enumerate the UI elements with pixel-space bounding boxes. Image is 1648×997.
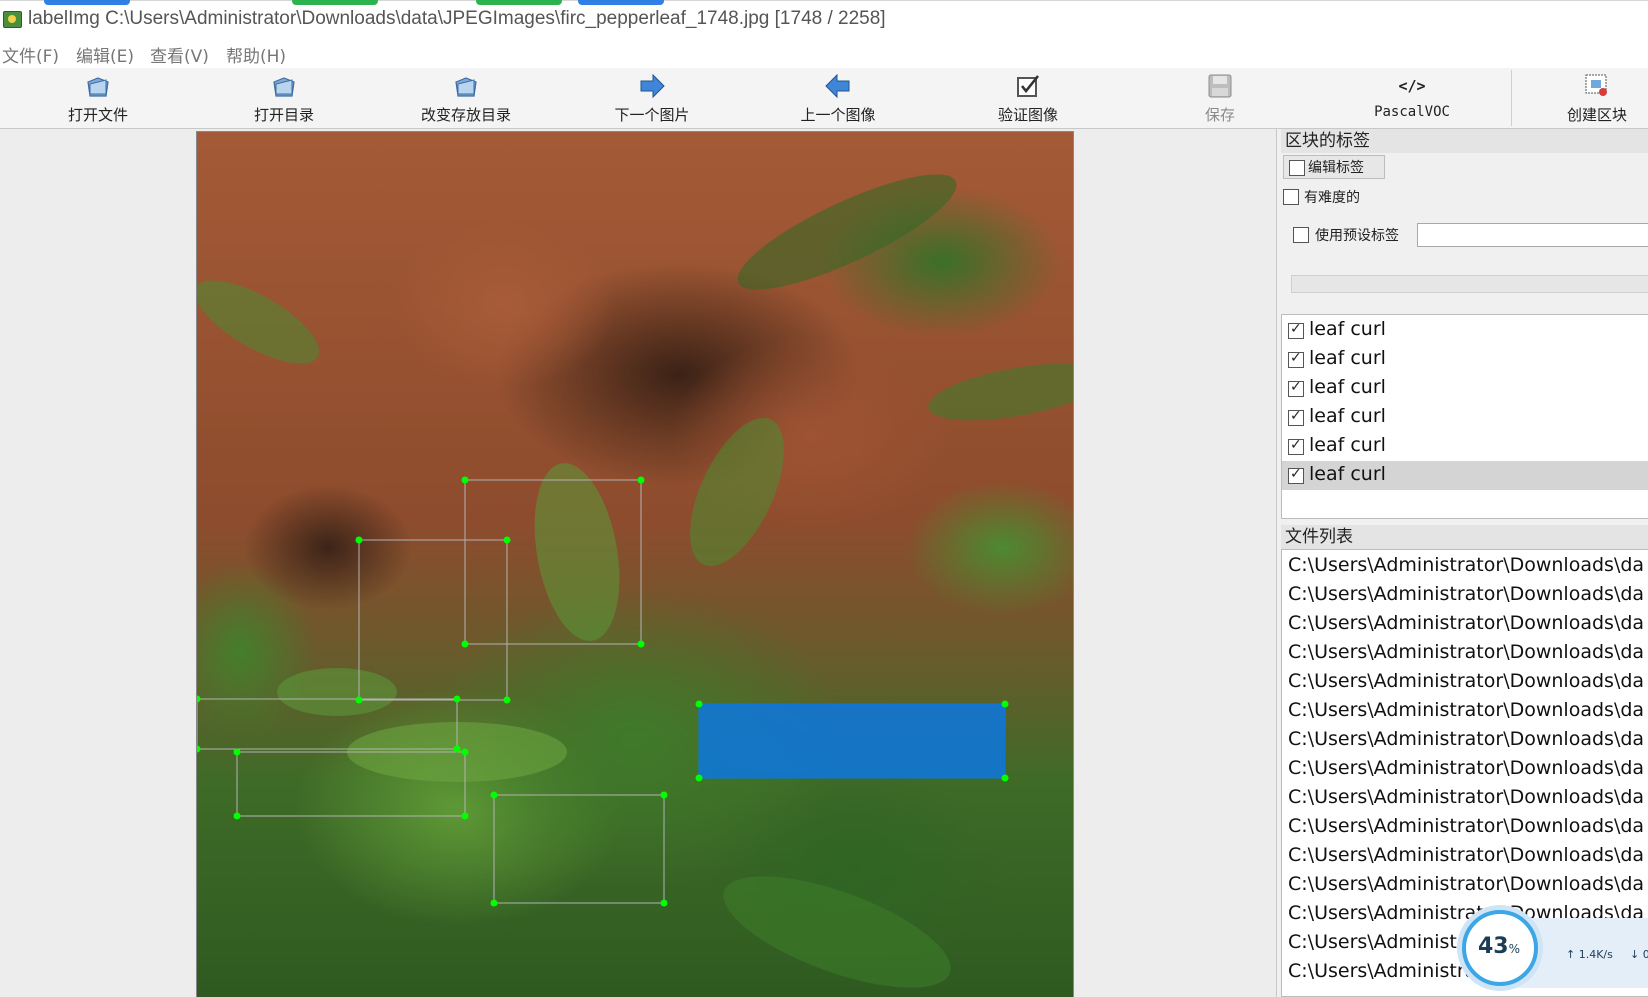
file-list-item[interactable]: C:\Users\Administrator\Downloads\da xyxy=(1288,844,1644,866)
upload-speed-value: 1.4K/s xyxy=(1578,948,1613,961)
file-list-item[interactable]: C:\Users\Administrator\Downloads\da xyxy=(1288,728,1644,750)
window-title: labelImg C:\Users\Administrator\Download… xyxy=(28,8,886,29)
label-item-text: leaf curl xyxy=(1309,463,1386,485)
open-folder-icon xyxy=(87,77,109,97)
edit-label-button[interactable]: 编辑标签 xyxy=(1283,155,1385,179)
change-save-dir-button[interactable]: 改变存放目录 xyxy=(404,68,528,128)
label-visible-checkbox[interactable] xyxy=(1288,379,1304,397)
file-dock-title: 文件列表 xyxy=(1281,525,1648,549)
next-image-button[interactable]: 下一个图片 xyxy=(598,68,706,128)
edit-pencil-icon xyxy=(1289,160,1305,176)
taskbar-pill-4 xyxy=(578,0,664,5)
label-item-text: leaf curl xyxy=(1309,347,1386,369)
label-item-text: leaf curl xyxy=(1309,405,1386,427)
download-speed-value: 0 xyxy=(1642,948,1648,961)
code-brackets-icon: </> xyxy=(1398,77,1426,95)
file-list-item[interactable]: C:\Users\Administrator\Downloads\da xyxy=(1288,554,1644,576)
label-visible-checkbox[interactable] xyxy=(1288,437,1304,455)
difficult-checkbox[interactable] xyxy=(1283,189,1299,205)
label-list[interactable]: leaf curl leaf curl leaf curl leaf curl … xyxy=(1281,314,1648,519)
create-box-button[interactable]: 创建区块 xyxy=(1546,68,1648,128)
label-visible-checkbox[interactable] xyxy=(1288,466,1304,484)
verify-image-label: 验证图像 xyxy=(997,106,1058,124)
pepper-plant-photo[interactable] xyxy=(196,131,1074,997)
label-visible-checkbox[interactable] xyxy=(1288,408,1304,426)
save-label: 保存 xyxy=(1204,106,1235,124)
network-percent: 43% xyxy=(1478,934,1520,959)
label-visible-checkbox[interactable] xyxy=(1288,350,1304,368)
toolbar: 打开文件 打开目录 改变存放目录 下一个图片 上一个图像 验证图像 保存 </>… xyxy=(0,68,1648,129)
upload-speed: ↑ 1.4K/s xyxy=(1566,948,1613,961)
file-list-item[interactable]: C:\Users\Administrator\Downloads\da xyxy=(1288,583,1644,605)
change-save-dir-label: 改变存放目录 xyxy=(420,106,511,124)
app-icon xyxy=(3,11,22,28)
file-list-item[interactable]: C:\Users\Administrator\Downloads\da xyxy=(1288,815,1644,837)
arrow-right-icon xyxy=(640,73,665,99)
canvas-area[interactable] xyxy=(0,129,1276,997)
network-percent-unit: % xyxy=(1508,942,1521,956)
label-list-item[interactable]: leaf curl xyxy=(1282,403,1648,432)
taskbar-pill-1 xyxy=(44,0,130,5)
open-dir-button[interactable]: 打开目录 xyxy=(230,68,338,128)
file-list-item[interactable]: C:\Users\Administrator\Downloads\da xyxy=(1288,699,1644,721)
annotation-overlay[interactable] xyxy=(197,132,1073,997)
menu-file[interactable]: 文件(F) xyxy=(2,42,59,67)
bounding-box-selected[interactable] xyxy=(698,703,1006,779)
file-list-item[interactable]: C:\Users\Administrator\Downloads\da xyxy=(1288,873,1644,895)
label-combo-box[interactable] xyxy=(1291,275,1648,293)
bounding-box-5[interactable] xyxy=(493,794,665,904)
create-box-icon xyxy=(1585,74,1607,96)
format-label: PascalVOC xyxy=(1374,104,1450,120)
label-item-text: leaf curl xyxy=(1309,434,1386,456)
label-item-text: leaf curl xyxy=(1309,376,1386,398)
file-list-item[interactable]: C:\Users\Administrator\Downloads\da xyxy=(1288,670,1644,692)
taskbar-pill-2 xyxy=(292,0,378,5)
file-list-item[interactable]: C:\Users\Administrator\Downloads\da xyxy=(1288,757,1644,779)
save-button[interactable]: 保存 xyxy=(1166,68,1274,128)
verify-image-button[interactable]: 验证图像 xyxy=(974,68,1082,128)
save-disk-icon xyxy=(1208,74,1232,98)
file-list-item[interactable]: C:\Users\Administrator\Downloads\da xyxy=(1288,641,1644,663)
open-dir-label: 打开目录 xyxy=(253,106,314,124)
network-percent-value: 43 xyxy=(1478,934,1509,959)
prev-image-label: 上一个图像 xyxy=(800,106,876,124)
next-image-label: 下一个图片 xyxy=(614,106,690,124)
edit-label-text: 编辑标签 xyxy=(1308,160,1364,176)
use-default-label-checkbox[interactable] xyxy=(1293,227,1309,243)
create-box-label: 创建区块 xyxy=(1566,106,1627,124)
format-toggle-button[interactable]: </> PascalVOC xyxy=(1358,68,1466,128)
prev-image-button[interactable]: 上一个图像 xyxy=(784,68,892,128)
checkbox-check-icon xyxy=(1017,75,1040,97)
open-file-label: 打开文件 xyxy=(67,106,128,124)
file-list-item[interactable]: C:\Users\Administrator\Downloads\da xyxy=(1288,612,1644,634)
label-list-item-selected[interactable]: leaf curl xyxy=(1282,461,1648,490)
open-folder-icon xyxy=(455,77,477,97)
label-visible-checkbox[interactable] xyxy=(1288,321,1304,339)
menu-bar: 文件(F) 编辑(E) 查看(V) 帮助(H) xyxy=(0,38,1648,68)
label-list-item[interactable]: leaf curl xyxy=(1282,432,1648,461)
label-list-item[interactable]: leaf curl xyxy=(1282,316,1648,345)
right-dock-panel: 区块的标签 编辑标签 有难度的 使用预设标签 leaf curl leaf cu… xyxy=(1276,129,1648,997)
menu-view[interactable]: 查看(V) xyxy=(150,42,209,67)
open-folder-icon xyxy=(273,77,295,97)
taskbar-pill-3 xyxy=(476,0,562,5)
menu-help[interactable]: 帮助(H) xyxy=(226,42,286,67)
label-list-item[interactable]: leaf curl xyxy=(1282,374,1648,403)
arrow-left-icon xyxy=(825,73,850,99)
menu-edit[interactable]: 编辑(E) xyxy=(76,42,134,67)
download-speed: ↓ 0 xyxy=(1630,948,1648,961)
label-item-text: leaf curl xyxy=(1309,318,1386,340)
file-list-item[interactable]: C:\Users\Administrator\Downloads\da xyxy=(1288,786,1644,808)
difficult-label: 有难度的 xyxy=(1304,190,1360,206)
title-bar: labelImg C:\Users\Administrator\Download… xyxy=(0,0,1648,39)
label-list-item[interactable]: leaf curl xyxy=(1282,345,1648,374)
toolbar-separator xyxy=(1511,70,1512,126)
default-label-input[interactable] xyxy=(1417,223,1648,247)
use-default-label-text: 使用预设标签 xyxy=(1315,228,1399,244)
open-file-button[interactable]: 打开文件 xyxy=(44,68,152,128)
labels-dock-title: 区块的标签 xyxy=(1281,129,1648,153)
